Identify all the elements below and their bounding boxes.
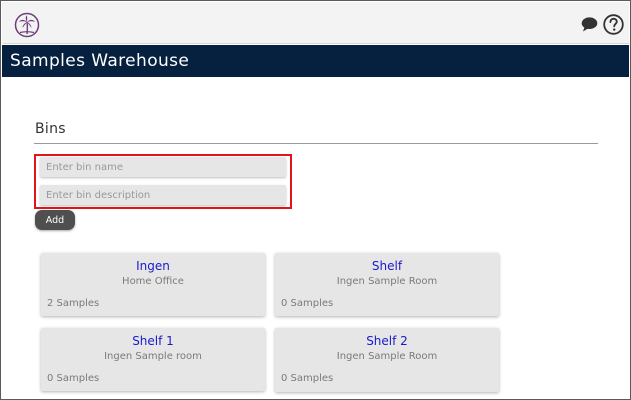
bin-name-link[interactable]: Shelf 2 [275, 334, 499, 348]
app-window: Samples Warehouse Bins Add Ingen Home Of… [0, 0, 631, 400]
bin-card-shelf-2[interactable]: Shelf 2 Ingen Sample Room 0 Samples [275, 328, 499, 392]
add-bin-button[interactable]: Add [35, 210, 75, 230]
bin-name-input[interactable] [40, 157, 286, 177]
bin-card-shelf[interactable]: Shelf Ingen Sample Room 0 Samples [275, 253, 499, 316]
bin-name-link[interactable]: Shelf 1 [41, 334, 265, 348]
bin-sample-count: 0 Samples [281, 298, 334, 309]
bin-sample-count: 0 Samples [47, 373, 100, 384]
bin-sample-count: 0 Samples [281, 373, 334, 384]
speech-bubble-icon[interactable] [581, 17, 598, 32]
palm-tree-logo-icon[interactable] [14, 12, 40, 38]
bin-name-link[interactable]: Ingen [41, 259, 265, 273]
bin-description-input[interactable] [40, 185, 286, 205]
bin-description: Home Office [122, 276, 184, 287]
bins-section-title: Bins [35, 121, 66, 137]
bin-card-ingen[interactable]: Ingen Home Office 2 Samples [41, 253, 265, 316]
bin-sample-count: 2 Samples [47, 298, 100, 309]
bin-name-link[interactable]: Shelf [275, 259, 499, 273]
top-bar [2, 2, 629, 44]
app-header-bar: Samples Warehouse [2, 45, 629, 77]
bin-description: Ingen Sample room [104, 351, 202, 362]
bin-card-shelf-1[interactable]: Shelf 1 Ingen Sample room 0 Samples [41, 328, 265, 391]
help-icon[interactable] [603, 14, 624, 35]
app-title: Samples Warehouse [10, 51, 190, 71]
bin-description: Ingen Sample Room [336, 276, 438, 287]
section-divider [34, 143, 598, 144]
bin-description: Ingen Sample Room [336, 351, 438, 362]
